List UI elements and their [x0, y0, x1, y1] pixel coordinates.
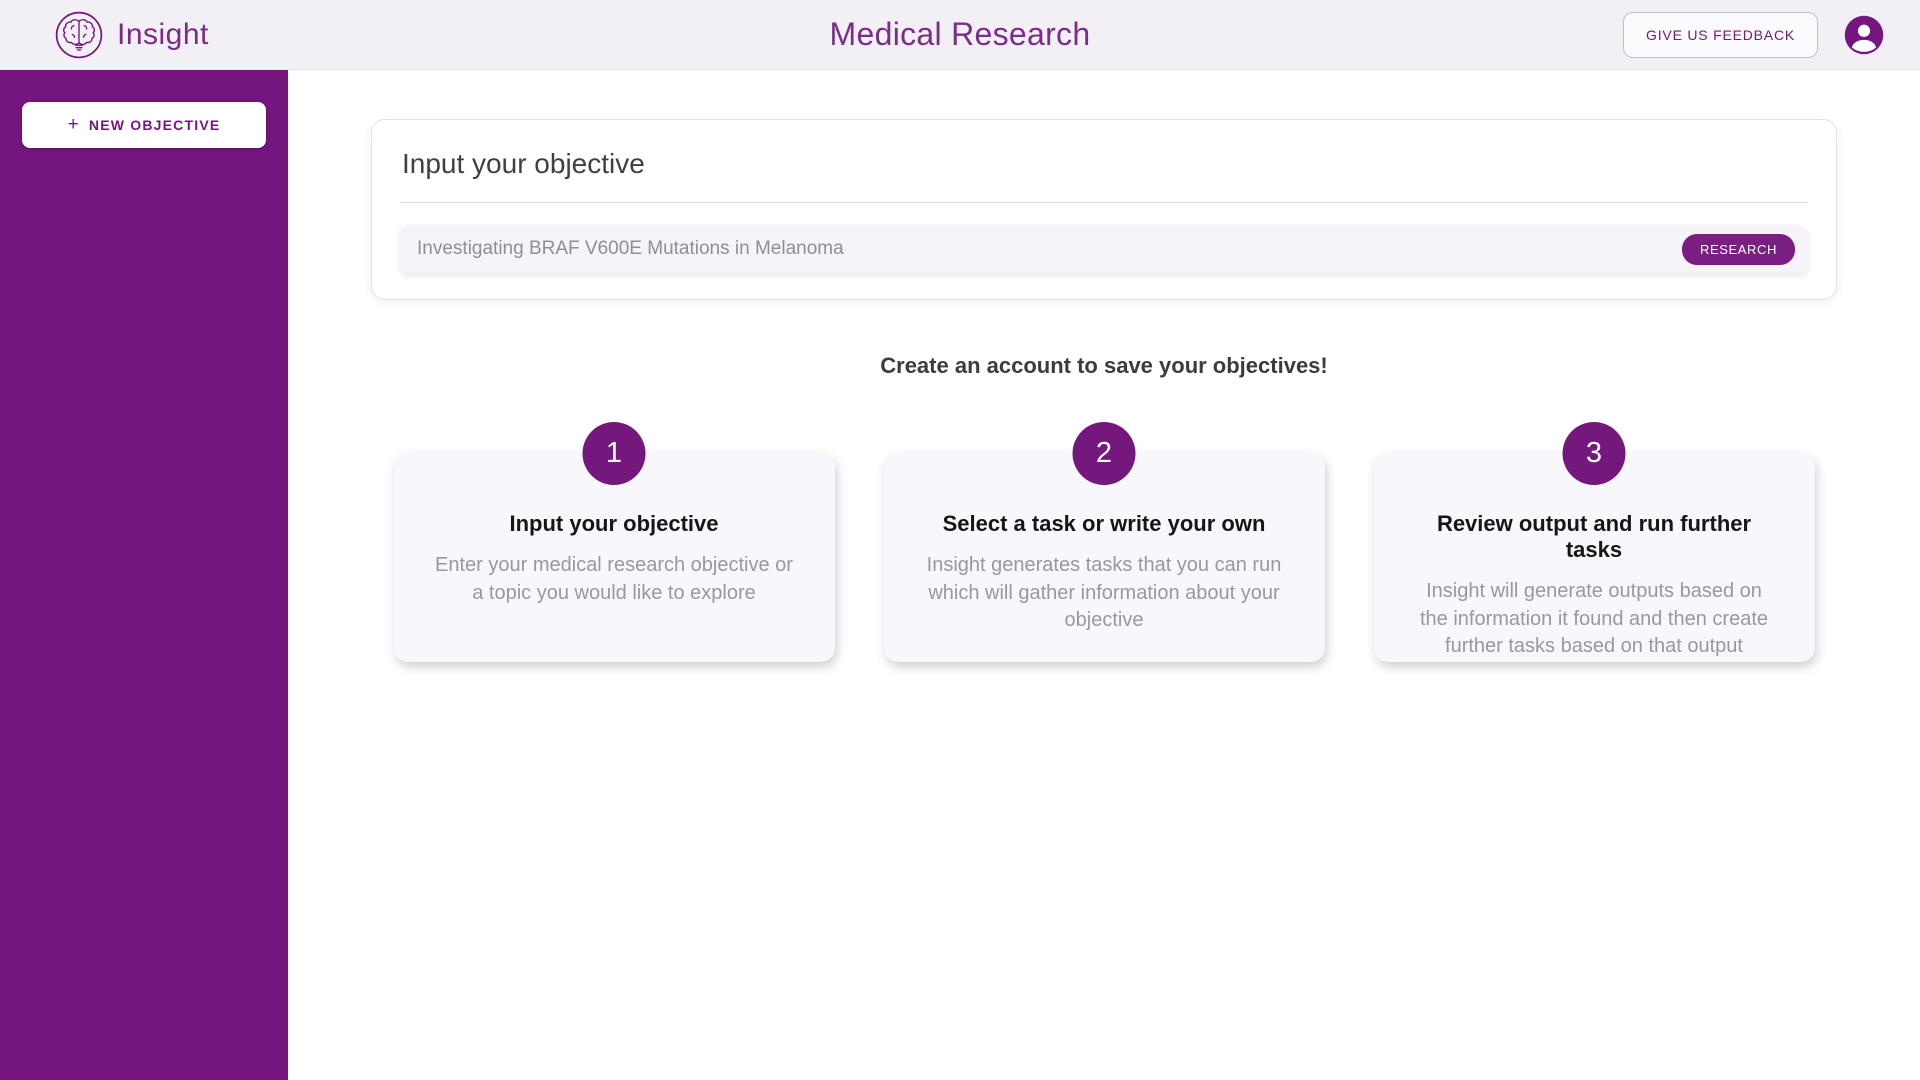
- step-3-description: Insight will generate outputs based on t…: [1410, 578, 1779, 661]
- step-3-number-badge: 3: [1563, 422, 1626, 485]
- divider: [400, 202, 1808, 203]
- steps-row: 1 Input your objective Enter your medica…: [288, 453, 1920, 662]
- user-circle-icon: [1843, 14, 1885, 56]
- step-2-description: Insight generates tasks that you can run…: [920, 552, 1289, 635]
- step-3: 3 Review output and run further tasks In…: [1374, 453, 1815, 662]
- new-objective-button[interactable]: + NEW OBJECTIVE: [22, 102, 266, 148]
- step-3-title: Review output and run further tasks: [1410, 511, 1779, 563]
- sidebar: + NEW OBJECTIVE: [0, 70, 288, 1080]
- logo-text: Insight: [117, 18, 209, 52]
- step-1-title: Input your objective: [430, 511, 799, 537]
- step-1: 1 Input your objective Enter your medica…: [394, 453, 835, 662]
- step-2-number-badge: 2: [1073, 422, 1136, 485]
- step-1-description: Enter your medical research objective or…: [430, 552, 799, 607]
- objective-input-row: RESEARCH: [400, 225, 1808, 273]
- objective-input[interactable]: [417, 238, 1682, 260]
- plus-icon: +: [68, 115, 80, 134]
- brain-logo-icon: [54, 10, 104, 60]
- signup-prompt: Create an account to save your objective…: [288, 353, 1920, 379]
- page-title: Medical Research: [830, 16, 1091, 53]
- header: Insight Medical Research GIVE US FEEDBAC…: [0, 0, 1920, 70]
- objective-card: Input your objective RESEARCH: [371, 119, 1837, 300]
- header-actions: GIVE US FEEDBACK: [1623, 12, 1885, 58]
- step-1-number-badge: 1: [583, 422, 646, 485]
- step-2: 2 Select a task or write your own Insigh…: [884, 453, 1325, 662]
- research-button[interactable]: RESEARCH: [1682, 234, 1795, 265]
- user-avatar[interactable]: [1843, 14, 1885, 56]
- objective-card-heading: Input your objective: [400, 148, 1808, 180]
- give-feedback-button[interactable]: GIVE US FEEDBACK: [1623, 12, 1818, 58]
- brand-logo[interactable]: Insight: [54, 10, 209, 60]
- main-content: Input your objective RESEARCH Create an …: [288, 70, 1920, 1080]
- step-2-title: Select a task or write your own: [920, 511, 1289, 537]
- new-objective-label: NEW OBJECTIVE: [89, 117, 221, 133]
